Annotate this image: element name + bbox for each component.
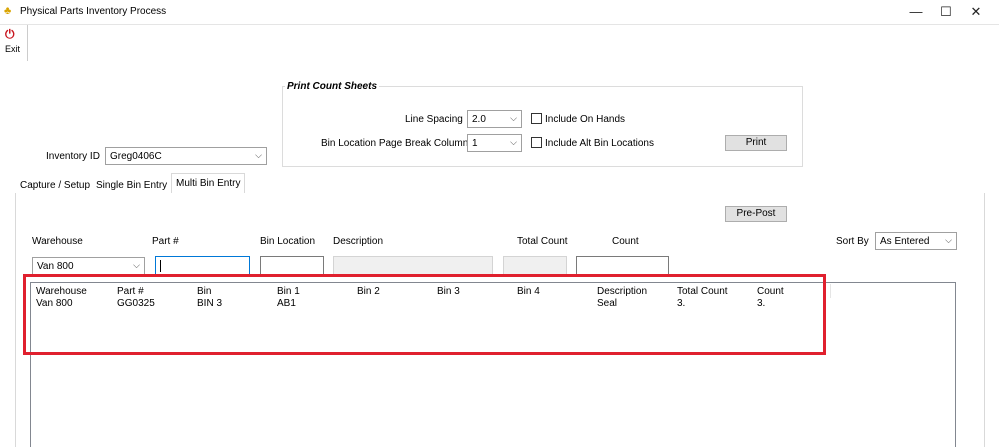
page-break-value: 1	[472, 138, 478, 149]
highlight-box	[23, 274, 826, 355]
include-alt-bins-checkbox[interactable]	[531, 137, 542, 148]
print-count-sheets-group	[282, 86, 803, 167]
text-caret	[160, 260, 161, 272]
tab-multi-bin-entry[interactable]: Multi Bin Entry	[171, 173, 246, 194]
print-group-title: Print Count Sheets	[285, 81, 380, 92]
chevron-down-icon: ⌵	[945, 235, 952, 245]
exit-label: Exit	[5, 44, 21, 54]
warehouse-value: Van 800	[37, 261, 74, 272]
window-title: Physical Parts Inventory Process	[20, 6, 167, 17]
warehouse-select[interactable]: Van 800 ⌵	[32, 257, 145, 275]
line-spacing-label: Line Spacing	[405, 114, 463, 125]
description-input	[333, 256, 493, 276]
exit-arrow-icon: ⏻	[5, 27, 15, 41]
app-icon: ♣	[4, 5, 12, 17]
include-on-hands-checkbox[interactable]	[531, 113, 542, 124]
pre-post-button[interactable]: Pre-Post	[725, 206, 787, 222]
inventory-id-label: Inventory ID	[46, 151, 100, 162]
print-button[interactable]: Print	[725, 135, 787, 151]
bin-location-label: Bin Location	[260, 236, 316, 247]
minimize-button[interactable]: —	[901, 3, 931, 21]
close-button[interactable]: ✕	[961, 3, 991, 21]
total-count-label: Total Count	[517, 236, 568, 247]
inventory-id-select[interactable]: Greg0406C ⌵	[105, 147, 267, 165]
chevron-down-icon: ⌵	[133, 260, 140, 270]
count-input[interactable]	[576, 256, 669, 276]
inventory-id-value: Greg0406C	[110, 151, 162, 162]
total-count-input	[503, 256, 567, 276]
list-right-edge	[955, 282, 956, 447]
page-break-label: Bin Location Page Break Column	[321, 138, 469, 149]
maximize-button[interactable]: ☐	[931, 3, 961, 21]
chevron-down-icon: ⌵	[510, 113, 517, 123]
title-separator	[0, 24, 999, 25]
part-number-input[interactable]	[155, 256, 250, 276]
warehouse-label: Warehouse	[32, 236, 83, 247]
chevron-down-icon: ⌵	[510, 137, 517, 147]
bin-location-input[interactable]	[260, 256, 324, 276]
part-label: Part #	[152, 236, 179, 247]
tab-single-bin-entry[interactable]: Single Bin Entry	[92, 177, 171, 194]
sort-by-select[interactable]: As Entered ⌵	[875, 232, 957, 250]
include-alt-bins-label: Include Alt Bin Locations	[545, 138, 654, 149]
line-spacing-select[interactable]: 2.0 ⌵	[467, 110, 522, 128]
chevron-down-icon: ⌵	[255, 150, 262, 160]
sort-by-label: Sort By	[836, 236, 869, 247]
sort-by-value: As Entered	[880, 236, 930, 247]
page-break-select[interactable]: 1 ⌵	[467, 134, 522, 152]
line-spacing-value: 2.0	[472, 114, 486, 125]
description-label: Description	[333, 236, 384, 247]
column-separator	[830, 284, 831, 298]
include-on-hands-label: Include On Hands	[545, 114, 626, 125]
count-label: Count	[612, 236, 639, 247]
tab-capture-setup[interactable]: Capture / Setup	[16, 177, 94, 194]
